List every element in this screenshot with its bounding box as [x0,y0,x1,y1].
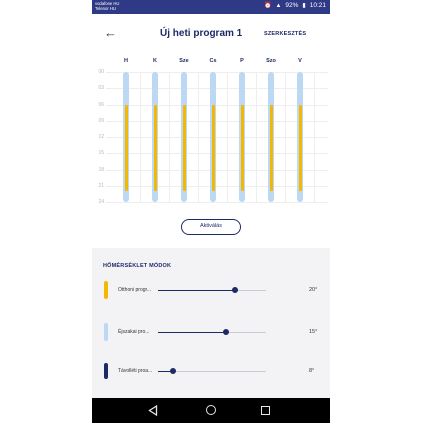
mode-temperature-value: 8° [309,368,315,374]
day-schedule-bar[interactable] [123,72,129,202]
day-schedule-bar[interactable] [297,72,303,202]
battery-level: 92% [285,2,299,9]
day-schedule-bar[interactable] [210,72,216,202]
hour-label: 03 [98,85,104,92]
day-label: Cs [209,58,217,64]
hour-gridline [106,202,328,203]
hour-label: 09 [98,117,104,124]
home-mode-period [124,104,128,192]
clock: 10:21 [309,2,326,9]
temperature-mode-row: Otthoni progr... 20° [92,277,330,303]
day-label: P [240,58,244,64]
temperature-modes: HŐMÉRSÉKLET MÓDOK Otthoni progr... 20° Éjs… [92,248,330,398]
mode-color-swatch [104,363,108,379]
hour-label: 24 [98,199,104,205]
navigation-bar [92,398,330,423]
square-recents-icon[interactable] [261,406,270,415]
mode-color-swatch [104,281,108,299]
mode-temperature-value: 15° [309,329,318,335]
temperature-slider-knob[interactable] [231,287,238,293]
temperature-mode-row: Éjszakai pro... 15° [92,319,330,345]
circle-home-icon[interactable] [206,405,216,415]
day-gridline [227,72,228,202]
day-gridline [256,72,257,202]
temperature-slider-knob[interactable] [170,368,177,374]
modes-title: HŐMÉRSÉKLET MÓDOK [103,263,172,269]
temperature-slider-fill [158,331,227,333]
hour-label: 21 [98,182,104,189]
mode-name: Távolléti proa... [118,368,153,374]
home-mode-period [240,104,244,192]
day-schedule-bar[interactable] [268,72,274,202]
alarm-icon: ⏰ [263,3,272,9]
day-label: Szo [266,58,276,64]
day-label: H [124,58,128,64]
hour-label: 15 [98,150,104,157]
status-bar: vodafone HU Telenor HU ⏰ ▲ 92% ▮ 10:21 [92,0,330,14]
hour-label: 12 [98,134,104,140]
home-mode-period [211,104,215,192]
home-mode-period [298,104,302,192]
day-gridline [285,72,286,202]
day-schedule-bar[interactable] [181,72,187,202]
mode-name: Otthoni progr... [118,287,152,293]
signal-icon: ▲ [275,2,282,9]
activate-button[interactable]: Aktiválás [181,219,241,235]
mode-color-swatch [104,323,108,341]
day-gridline [169,72,170,202]
carrier-info: vodafone HU Telenor HU [95,1,119,11]
day-label: V [298,58,302,64]
page-title: Új heti program 1 [160,28,243,39]
day-gridline [314,72,315,202]
triangle-back-icon[interactable] [148,405,158,416]
carrier-line-2: Telenor HU [95,6,116,11]
mode-name: Éjszakai pro... [118,329,150,335]
weekly-schedule: 00 03 06 09 12 15 18 21 24 H K Sze Cs P Szo V [92,54,330,205]
day-label: Sze [179,58,189,64]
phone-screen: vodafone HU Telenor HU ⏰ ▲ 92% ▮ 10:21 ←… [92,0,330,423]
day-schedule-bar[interactable] [152,72,158,202]
day-schedule-bar[interactable] [239,72,245,202]
hour-label: 00 [98,69,104,75]
arrow-left-icon[interactable]: ← [104,25,117,40]
day-gridline [198,72,199,202]
day-gridline [140,72,141,202]
status-icons: ⏰ ▲ 92% ▮ 10:21 [264,2,326,9]
app-header: ← Új heti program 1 SZERKESZTÉS [92,14,330,52]
temperature-slider-knob[interactable] [223,329,230,335]
temperature-slider-fill [158,289,235,291]
home-mode-period [153,104,157,192]
edit-button[interactable]: SZERKESZTÉS [264,31,306,37]
day-label: K [153,58,157,64]
home-mode-period [269,104,273,192]
home-mode-period [182,104,186,192]
mode-temperature-value: 20° [309,287,318,293]
hour-label: 18 [98,166,104,173]
temperature-mode-row: Távolléti proa... 8° [92,358,330,384]
battery-icon: ▮ [302,3,306,9]
hour-label: 06 [98,101,104,108]
